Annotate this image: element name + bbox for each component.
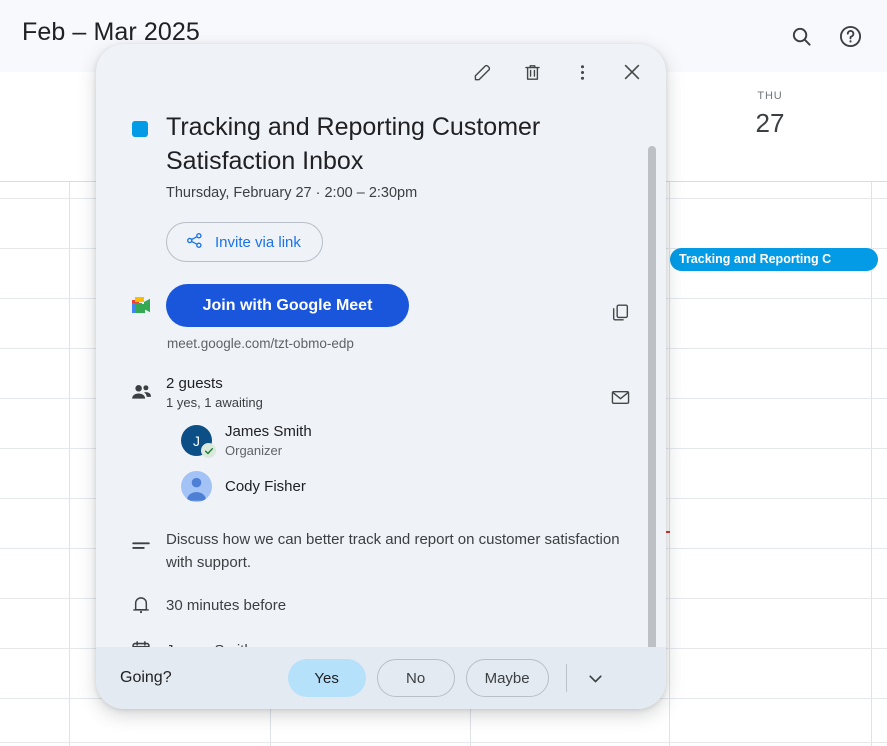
guest-status-label: 1 yes, 1 awaiting [166,395,600,410]
avatar-initial: J [193,433,200,449]
day-date-number[interactable]: 27 [670,108,870,139]
notification-row: 30 minutes before [96,594,666,616]
popup-scrollbar-thumb[interactable] [648,146,656,654]
more-vertical-icon[interactable] [562,52,602,92]
avatar [181,471,212,502]
popup-scroll-area[interactable]: Tracking and Reporting Customer Satisfac… [96,100,666,647]
share-icon [185,231,204,254]
rsvp-maybe-button[interactable]: Maybe [466,659,549,697]
guest-item[interactable]: J James Smith Organizer [181,423,600,458]
person-silhouette-icon [181,471,212,502]
bell-icon [130,594,166,616]
guest-name: James Smith [225,423,312,441]
description-icon [130,528,166,558]
envelope-icon[interactable] [600,377,640,417]
help-circle-icon[interactable] [830,16,870,56]
google-meet-icon [130,284,166,316]
going-label: Going? [120,669,172,687]
people-icon [130,375,166,404]
rsvp-footer: Going? Yes No Maybe [96,647,666,709]
copy-icon[interactable] [600,292,640,332]
calendar-icon [130,639,166,647]
guests-row: 2 guests 1 yes, 1 awaiting J [96,375,666,502]
grid-column-line [669,130,670,746]
rsvp-yes-button[interactable]: Yes [288,659,366,697]
description-row: Discuss how we can better track and repo… [96,528,666,574]
pencil-icon[interactable] [462,52,502,92]
join-google-meet-button[interactable]: Join with Google Meet [166,284,409,327]
avatar: J [181,425,212,456]
trash-icon[interactable] [512,52,552,92]
rsvp-button-group: Yes No Maybe [288,659,549,697]
guest-name: Cody Fisher [225,478,306,496]
event-datetime: Thursday, February 27 · 2:00 – 2:30pm [166,185,640,201]
google-meet-row: Join with Google Meet meet.google.com/tz… [96,284,666,351]
calendar-event-chip[interactable]: Tracking and Reporting C [670,248,878,271]
invite-via-link-label: Invite via link [215,234,301,251]
notification-text: 30 minutes before [166,597,640,614]
guest-item[interactable]: Cody Fisher [181,471,600,502]
event-title: Tracking and Reporting Customer Satisfac… [166,110,640,178]
chevron-down-icon[interactable] [577,659,615,697]
event-description: Discuss how we can better track and repo… [166,528,640,574]
event-color-swatch [130,110,166,137]
guest-role: Organizer [225,443,312,458]
guest-count-label: 2 guests [166,375,600,392]
rsvp-divider [566,664,567,692]
close-icon[interactable] [612,52,652,92]
grid-column-line [69,130,70,746]
rsvp-accepted-badge [201,443,216,458]
popup-toolbar [96,44,666,100]
event-detail-popup: Tracking and Reporting Customer Satisfac… [96,44,666,709]
date-range-title: Feb – Mar 2025 [22,18,200,47]
rsvp-no-button[interactable]: No [377,659,455,697]
invite-via-link-button[interactable]: Invite via link [166,222,323,262]
calendar-owner-row: James Smith [96,639,666,647]
search-icon[interactable] [781,16,821,56]
event-title-row: Tracking and Reporting Customer Satisfac… [96,110,666,262]
grid-hour-line [0,742,887,743]
meet-url-text: meet.google.com/tzt-obmo-edp [167,336,600,351]
day-weekday-label: THU [670,90,870,102]
